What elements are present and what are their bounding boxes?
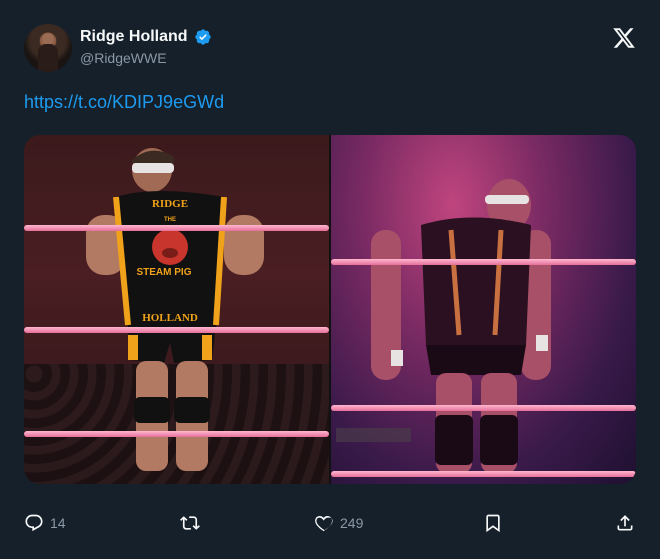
action-bar: 14 249: [0, 513, 660, 537]
media-image-right[interactable]: [331, 135, 636, 484]
singlet-text-the: THE: [164, 217, 176, 223]
reply-button[interactable]: 14: [24, 513, 66, 533]
ring-rope: [331, 471, 636, 477]
ring-rope: [331, 259, 636, 265]
author-name-row: Ridge Holland: [80, 28, 212, 46]
author-name[interactable]: Ridge Holland: [80, 28, 188, 46]
media-image-left[interactable]: RIDGE THE STEAM PIG HOLLAND: [24, 135, 329, 484]
share-button[interactable]: [615, 513, 635, 533]
x-logo-icon[interactable]: [612, 26, 636, 50]
share-icon: [617, 515, 633, 531]
singlet-text-middle: STEAM PIG: [136, 267, 191, 278]
ring-rope: [24, 431, 329, 437]
heart-icon: [315, 515, 333, 532]
tweet-link[interactable]: https://t.co/KDIPJ9eGWd: [24, 92, 224, 113]
singlet-text-bottom: HOLLAND: [142, 312, 198, 324]
singlet-text-top: RIDGE: [152, 198, 188, 210]
avatar[interactable]: [24, 24, 72, 72]
retweet-button[interactable]: [180, 513, 200, 533]
ring-rope: [24, 327, 329, 333]
bookmark-icon: [486, 514, 500, 533]
reply-icon: [25, 514, 43, 532]
bookmark-button[interactable]: [483, 513, 503, 533]
avatar-body: [38, 44, 58, 72]
like-count: 249: [340, 515, 364, 531]
ring-rope: [331, 405, 636, 411]
author-handle[interactable]: @RidgeWWE: [80, 50, 167, 66]
like-button[interactable]: 249: [314, 513, 363, 533]
ring-rope: [24, 225, 329, 231]
retweet-icon: [180, 516, 200, 530]
tweet-card: Ridge Holland @RidgeWWE https://t.co/KDI…: [0, 0, 660, 559]
verified-badge-icon: [194, 29, 211, 45]
reply-count: 14: [50, 515, 66, 531]
wrestler-front-illustration: [336, 179, 551, 473]
tweet-media[interactable]: RIDGE THE STEAM PIG HOLLAND: [24, 135, 636, 484]
